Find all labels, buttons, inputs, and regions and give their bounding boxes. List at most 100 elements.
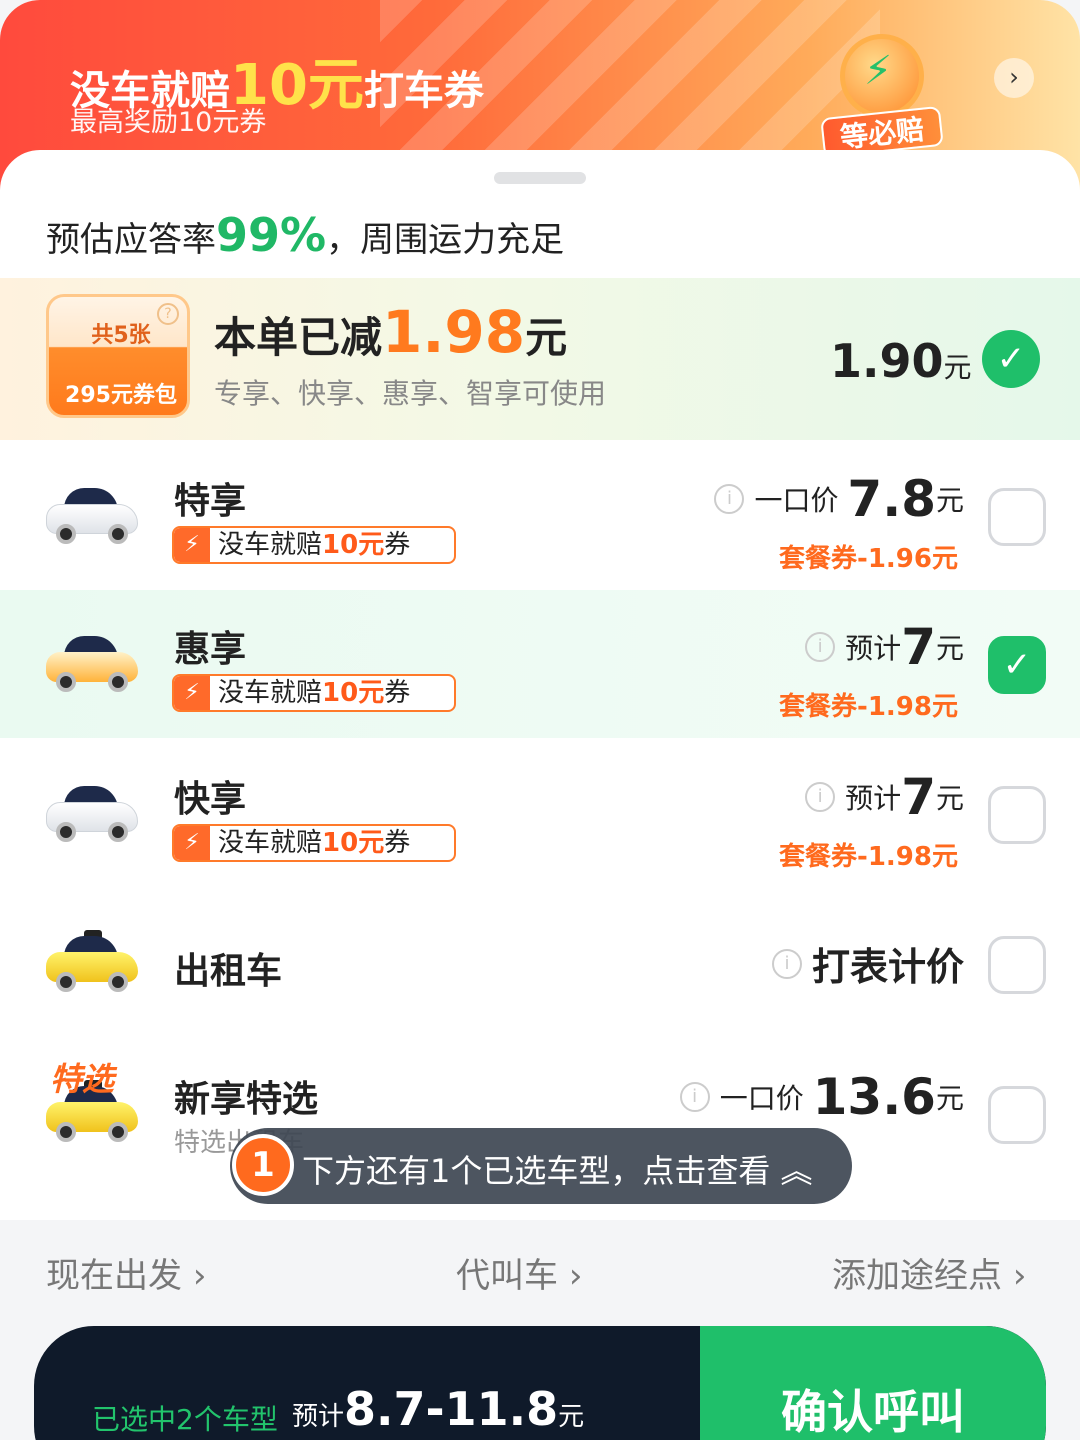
rate-value: 99% xyxy=(216,208,327,262)
price-value: 13.6 xyxy=(812,1068,936,1126)
est-label: 预计 xyxy=(292,1402,345,1432)
option-label: 现在出发 xyxy=(46,1256,182,1296)
voucher-pack[interactable]: ? 共5张 295元券包 xyxy=(46,294,190,418)
lightning-icon: ⚡ xyxy=(174,528,210,562)
ride-price: i 预计7元 xyxy=(805,618,964,676)
compensation-badge: ⚡ 没车就赔10元券 xyxy=(172,526,456,564)
coupon-row[interactable]: ? 共5张 295元券包 本单已减1.98元 专享、快享、惠享、智享可使用 1.… xyxy=(0,278,1080,440)
chevron-right-icon[interactable]: › xyxy=(994,58,1034,98)
price-value: 7 xyxy=(901,618,936,676)
response-rate: 预估应答率99%，周围运力充足 xyxy=(46,208,564,262)
compensation-badge: ⚡ 没车就赔10元券 xyxy=(172,824,456,862)
ride-discount: 套餐券-1.98元 xyxy=(779,692,958,722)
ride-option-kuaixiang[interactable]: 快享 ⚡ 没车就赔10元券 i 预计7元 套餐券-1.98元 xyxy=(0,740,1080,888)
coupon-subtitle: 专享、快享、惠享、智享可使用 xyxy=(214,377,607,410)
banner-title-post: 打车券 xyxy=(363,68,484,114)
compensation-badge: ⚡ 没车就赔10元券 xyxy=(172,674,456,712)
ride-name: 新享特选 xyxy=(174,1079,319,1120)
ride-checkbox[interactable]: ✓ xyxy=(988,636,1046,694)
lightning-icon: ⚡ xyxy=(174,676,210,710)
ride-option-texiang[interactable]: 特享 ⚡ 没车就赔10元券 i 一口价 7.8元 套餐券-1.96元 xyxy=(0,442,1080,590)
lightning-icon: ⚡ xyxy=(174,826,210,860)
badge-amount: 10元 xyxy=(322,678,385,708)
info-icon[interactable]: i xyxy=(679,1082,710,1112)
info-icon[interactable]: i xyxy=(805,782,836,812)
badge-text: 没车就赔 xyxy=(218,678,323,708)
option-label: 代叫车 xyxy=(456,1256,558,1296)
toast-message: 下方还有1个已选车型，点击查看 xyxy=(302,1152,771,1190)
est-range-value: 8.7-11.8 xyxy=(344,1382,559,1436)
badge-suffix: 券 xyxy=(384,828,411,858)
ride-checkbox[interactable] xyxy=(988,786,1046,844)
ride-name: 惠享 xyxy=(174,629,247,670)
voucher-count: 共5张 xyxy=(91,323,151,348)
info-icon[interactable]: i xyxy=(714,484,745,514)
ride-checkbox[interactable] xyxy=(988,936,1046,994)
ride-discount: 套餐券-1.96元 xyxy=(779,544,958,574)
ride-name: 快享 xyxy=(174,779,247,820)
badge-suffix: 券 xyxy=(384,530,411,560)
car-icon xyxy=(44,630,140,694)
coupon-price-unit: 元 xyxy=(943,351,972,384)
toast-count-badge: 1 xyxy=(232,1134,294,1196)
call-for-others-option[interactable]: 代叫车 › xyxy=(456,1248,582,1297)
banner-subtitle: 最高奖励10元券 xyxy=(70,107,267,138)
taxi-icon xyxy=(44,930,140,994)
info-icon[interactable]: i xyxy=(771,948,802,979)
ride-option-taxi[interactable]: 出租车 i 打表计价 xyxy=(0,890,1080,1038)
ride-name: 特享 xyxy=(174,481,247,522)
coupon-price: 1.90元 xyxy=(830,334,972,388)
depart-now-option[interactable]: 现在出发 › xyxy=(46,1248,206,1297)
badge-amount: 10元 xyxy=(322,828,385,858)
ride-price: i 一口价 13.6元 xyxy=(679,1068,964,1126)
price-label: 预计 xyxy=(845,782,902,815)
confirm-call-button[interactable]: 确认呼叫 xyxy=(700,1326,1046,1440)
selected-count: 已选中2个车型 xyxy=(92,1403,278,1436)
coupon-price-value: 1.90 xyxy=(830,334,944,388)
coupon-checkbox[interactable]: ✓ xyxy=(982,330,1040,388)
chevron-right-icon: › xyxy=(568,1256,583,1296)
chevron-right-icon: › xyxy=(1012,1256,1027,1296)
car-icon xyxy=(44,780,140,844)
ride-price: i 打表计价 xyxy=(771,936,964,991)
rate-suffix: ，周围运力充足 xyxy=(326,220,565,260)
price-label: 一口价 xyxy=(754,484,839,517)
double-chevron-up-icon: ︽ xyxy=(780,1152,813,1190)
badge-suffix: 券 xyxy=(384,678,411,708)
option-label: 添加途经点 xyxy=(832,1256,1002,1296)
ride-price: i 预计7元 xyxy=(805,768,964,826)
coupon-title-unit: 元 xyxy=(525,313,568,362)
confirm-bar: 已选中2个车型 预计8.7-11.8元 确认呼叫 xyxy=(34,1326,1046,1440)
coupon-amount: 1.98 xyxy=(382,298,526,366)
car-icon xyxy=(44,482,140,546)
featured-tag: 特选 xyxy=(50,1060,115,1098)
ride-discount: 套餐券-1.98元 xyxy=(779,842,958,872)
voucher-pack-label: 295元券包 xyxy=(65,383,177,408)
sheet-drag-handle[interactable] xyxy=(494,172,586,184)
estimated-range: 预计8.7-11.8元 xyxy=(292,1382,584,1436)
coupon-title-pre: 本单已减 xyxy=(214,313,383,362)
price-unit: 元 xyxy=(935,632,964,665)
ride-name: 出租车 xyxy=(174,951,283,992)
ride-option-huixiang[interactable]: 惠享 ⚡ 没车就赔10元券 i 预计7元 套餐券-1.98元 ✓ xyxy=(0,590,1080,738)
price-value: 7.8 xyxy=(847,470,936,528)
price-label: 预计 xyxy=(845,632,902,665)
info-icon[interactable]: i xyxy=(805,632,836,662)
price-unit: 元 xyxy=(935,782,964,815)
ride-selection-sheet: 预估应答率99%，周围运力充足 ? 共5张 295元券包 本单已减1.98元 专… xyxy=(0,150,1080,1220)
ride-price: i 一口价 7.8元 xyxy=(714,470,964,528)
price-label: 一口价 xyxy=(719,1082,804,1115)
more-selected-toast[interactable]: 1 下方还有1个已选车型，点击查看 ︽ xyxy=(230,1128,852,1204)
badge-amount: 10元 xyxy=(322,530,385,560)
toast-text: 下方还有1个已选车型，点击查看 ︽ xyxy=(302,1146,813,1192)
ride-checkbox[interactable] xyxy=(988,488,1046,546)
badge-text: 没车就赔 xyxy=(218,530,323,560)
coupon-title: 本单已减1.98元 xyxy=(214,298,567,366)
price-unit: 元 xyxy=(935,1082,964,1115)
alarm-clock-icon: ⚡ 等必赔 xyxy=(820,20,944,159)
ride-checkbox[interactable] xyxy=(988,1086,1046,1144)
lightning-icon: ⚡ xyxy=(864,48,893,94)
price-value: 7 xyxy=(901,768,936,826)
chevron-right-icon: › xyxy=(192,1256,207,1296)
add-waypoint-option[interactable]: 添加途经点 › xyxy=(832,1248,1026,1297)
